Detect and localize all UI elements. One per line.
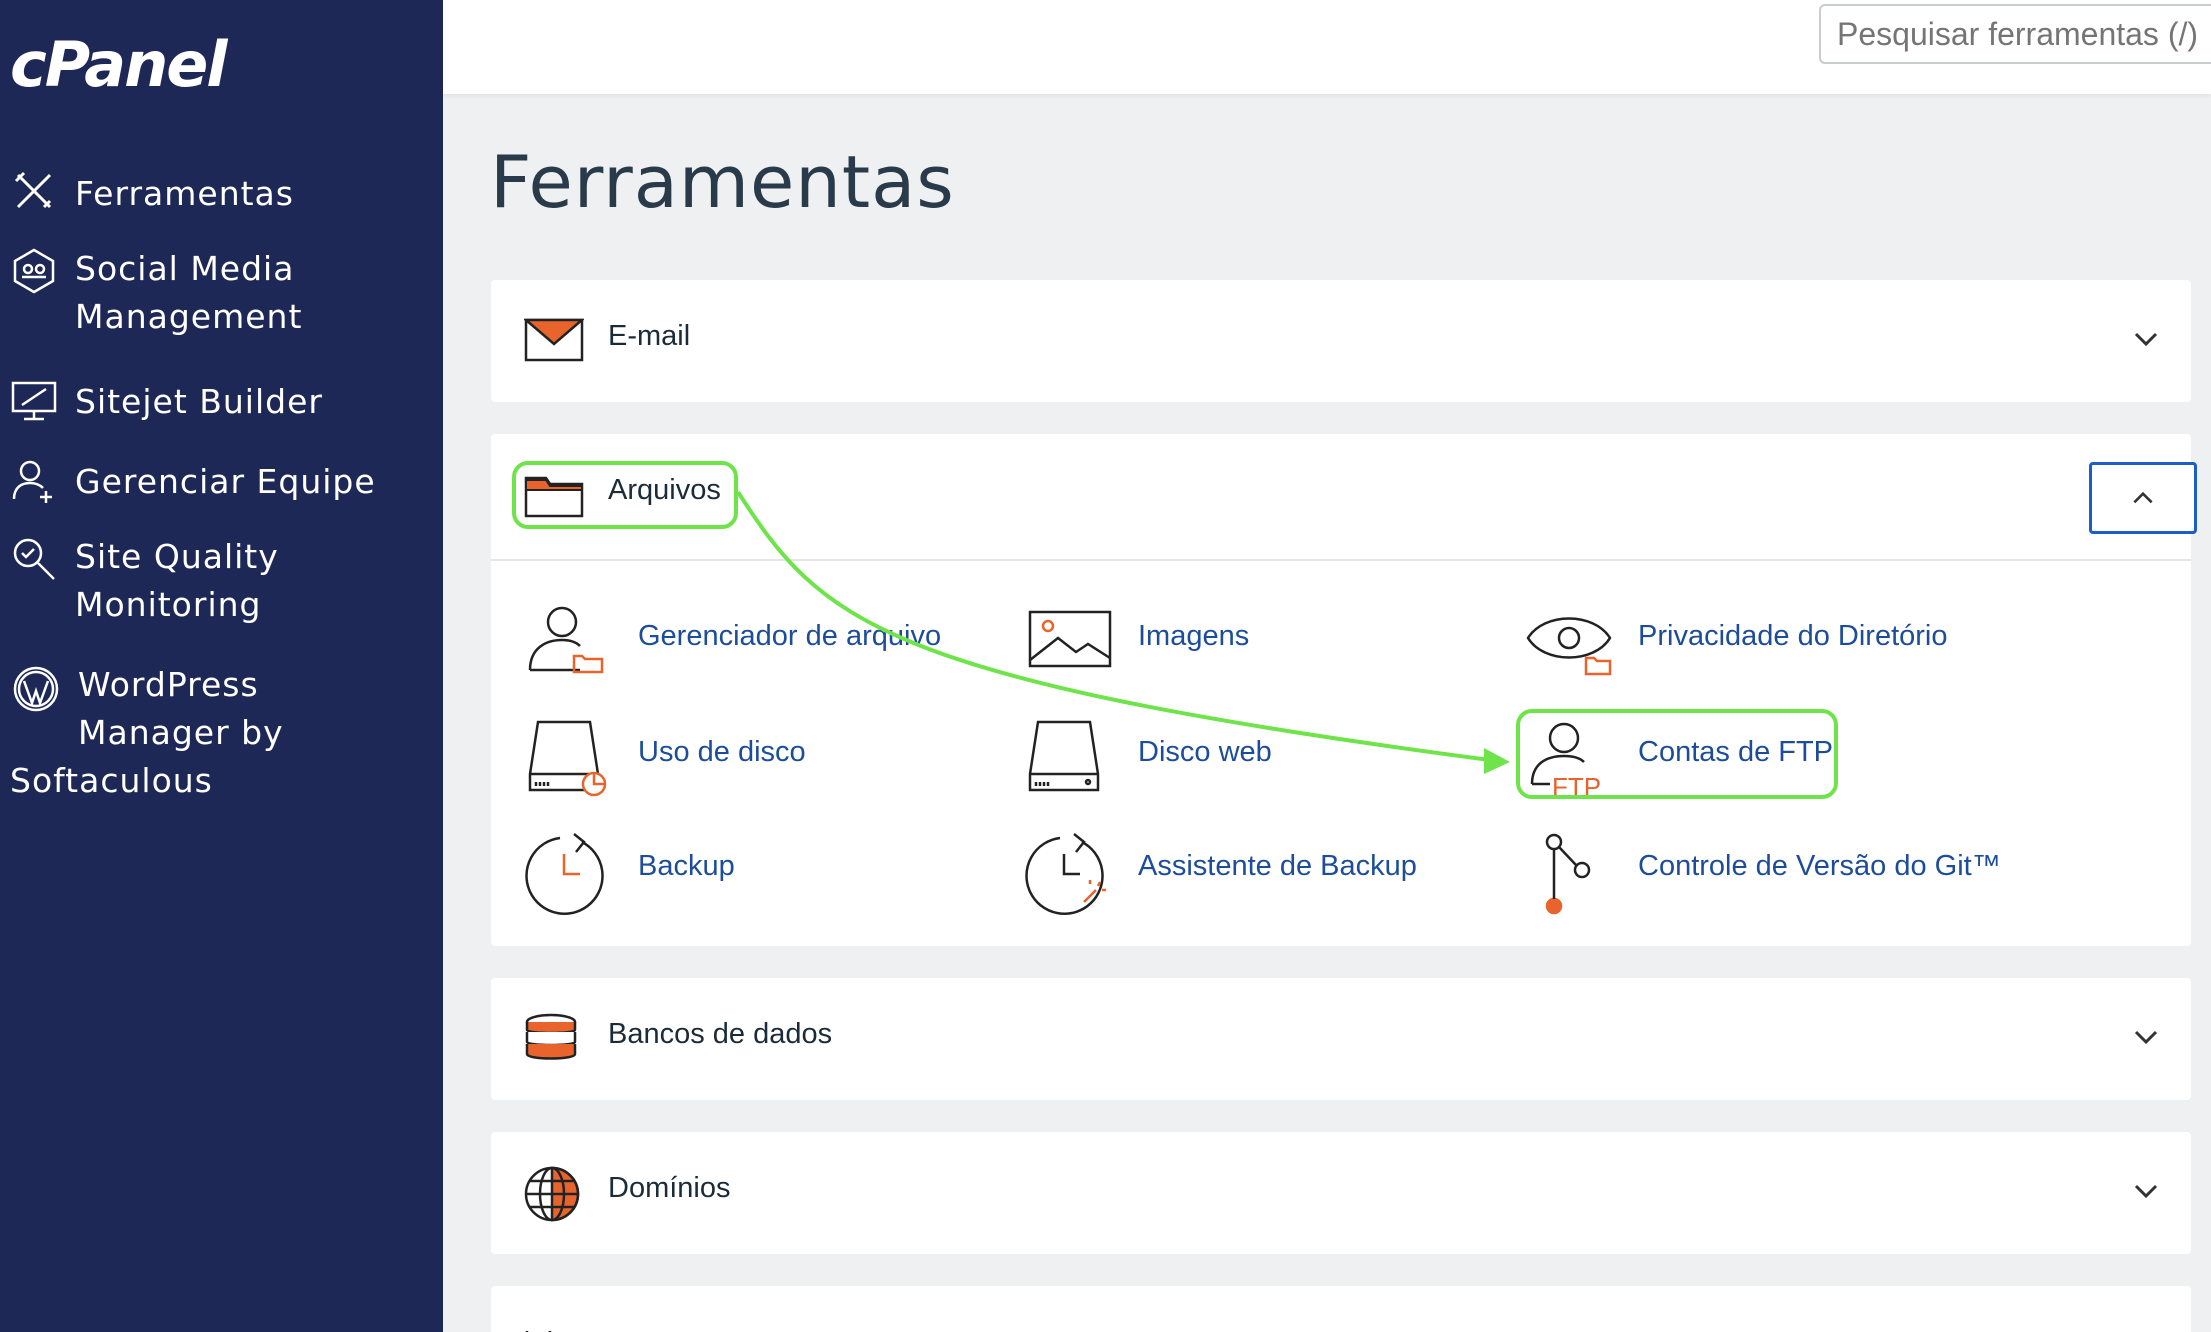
sitejet-icon	[10, 377, 58, 425]
highlight-ftp-accounts	[1516, 709, 1838, 799]
wordpress-icon	[12, 665, 60, 713]
tool-web-disk[interactable]: Disco web	[1024, 714, 1354, 804]
git-icon	[1524, 828, 1614, 918]
chevron-up-icon	[2133, 491, 2153, 504]
chevron-down-icon[interactable]	[2131, 1176, 2161, 1206]
tool-label: Imagens	[1138, 620, 1250, 652]
sidebar-item-label: WordPress Manager by	[78, 665, 284, 752]
tool-label: Controle de Versão do Git™	[1638, 850, 2001, 882]
section-next-partial[interactable]	[491, 1286, 2191, 1332]
cpanel-logo[interactable]: cPanel	[10, 30, 250, 100]
section-title: E-mail	[608, 320, 691, 352]
site-quality-icon	[10, 535, 58, 583]
sidebar-item-ferramentas[interactable]: Ferramentas	[0, 165, 443, 225]
images-icon	[1024, 598, 1114, 688]
sidebar-item-gerenciar-equipe[interactable]: Gerenciar Equipe	[0, 453, 443, 513]
section-domains[interactable]: Domínios	[491, 1132, 2191, 1254]
tool-label: Uso de disco	[638, 736, 806, 768]
tool-images[interactable]: Imagens	[1024, 598, 1324, 688]
section-title: Bancos de dados	[608, 1018, 833, 1050]
section-header[interactable]: Arquivos	[491, 434, 2197, 559]
section-arquivos: Arquivos Gerenciador de arquivo Imagens …	[491, 434, 2197, 946]
tool-disk-usage[interactable]: Uso de disco	[524, 714, 924, 804]
file-manager-icon	[524, 598, 614, 688]
section-header[interactable]: Domínios	[491, 1132, 2191, 1257]
sidebar-item-label: Ferramentas	[75, 174, 294, 213]
sidebar-item-label: Site Quality Monitoring	[75, 537, 279, 624]
chevron-down-icon[interactable]	[2131, 1022, 2161, 1052]
sidebar-item-label-extra: Softaculous	[10, 761, 213, 800]
web-disk-icon	[1024, 714, 1114, 804]
tool-backup[interactable]: Backup	[524, 828, 824, 918]
backup-icon	[524, 828, 614, 918]
highlight-arquivos	[512, 461, 738, 529]
sidebar-item-sitejet[interactable]: Sitejet Builder	[0, 373, 443, 433]
tool-directory-privacy[interactable]: Privacidade do Diretório	[1524, 598, 2024, 688]
sidebar-item-social-media[interactable]: Social Media Management	[0, 245, 443, 345]
tool-label: Backup	[638, 850, 735, 882]
tool-label: Gerenciador de arquivo	[638, 620, 942, 652]
section-databases[interactable]: Bancos de dados	[491, 978, 2191, 1100]
chevron-down-icon[interactable]	[2131, 324, 2161, 354]
tool-label: Privacidade do Diretório	[1638, 620, 1948, 652]
tool-label: Disco web	[1138, 736, 1272, 768]
sidebar: cPanel Ferramentas Social Media Manageme…	[0, 0, 443, 1332]
disk-usage-icon	[524, 714, 614, 804]
sidebar-item-site-quality[interactable]: Site Quality Monitoring	[0, 533, 443, 633]
tool-git[interactable]: Controle de Versão do Git™	[1524, 828, 2084, 918]
tool-file-manager[interactable]: Gerenciador de arquivo	[524, 598, 954, 688]
tools-icon	[10, 167, 58, 215]
divider	[491, 559, 2191, 561]
team-icon	[10, 457, 58, 505]
section-title: Domínios	[608, 1172, 731, 1204]
page-title: Ferramentas	[490, 140, 955, 224]
globe-icon	[524, 1166, 580, 1222]
section-email[interactable]: E-mail	[491, 280, 2191, 402]
sidebar-item-wordpress[interactable]: WordPress Manager by Softaculous	[0, 661, 443, 811]
metrics-icon	[521, 1326, 561, 1332]
database-icon	[524, 1012, 578, 1064]
sidebar-item-label: Sitejet Builder	[75, 382, 323, 421]
backup-wizard-icon	[1024, 828, 1114, 918]
directory-privacy-icon	[1524, 598, 1614, 688]
email-icon	[522, 318, 586, 372]
collapse-button[interactable]	[2089, 462, 2197, 534]
sidebar-item-label: Social Media Management	[75, 249, 303, 336]
sidebar-item-label: Gerenciar Equipe	[75, 462, 376, 501]
search-input[interactable]	[1819, 4, 2211, 64]
tool-label: Assistente de Backup	[1138, 850, 1417, 882]
section-header[interactable]: E-mail	[491, 280, 2191, 405]
logo-text: cPanel	[10, 28, 228, 101]
section-header[interactable]: Bancos de dados	[491, 978, 2191, 1103]
tool-backup-wizard[interactable]: Assistente de Backup	[1024, 828, 1454, 918]
social-media-icon	[10, 247, 58, 295]
